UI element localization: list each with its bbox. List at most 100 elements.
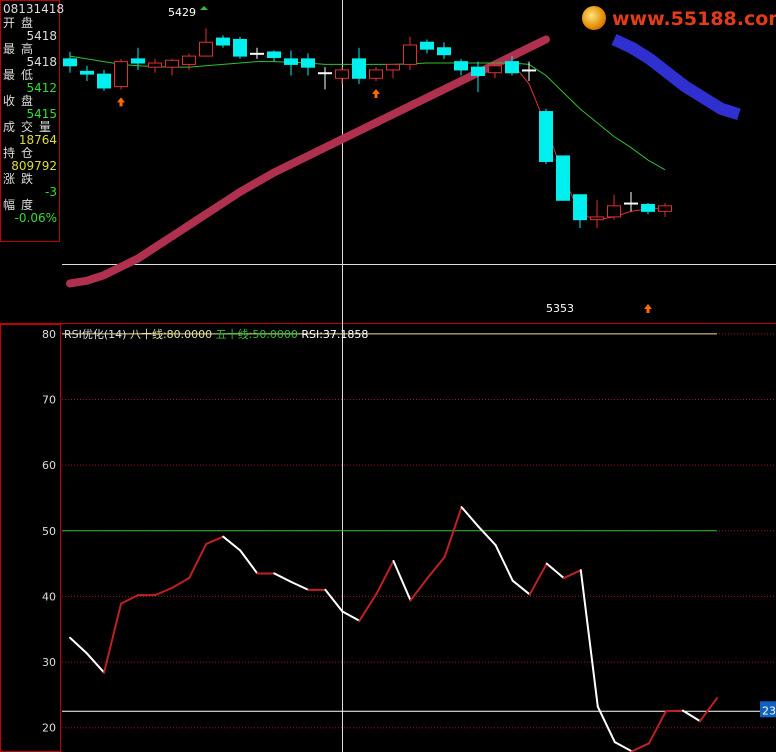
candle-body: [658, 205, 672, 212]
rsi-segment: [120, 594, 140, 605]
rsi-segment: [630, 742, 650, 752]
rsi-segment: [409, 577, 429, 602]
candle-body: [607, 205, 621, 218]
rsi-segment: [103, 602, 123, 674]
candle: [454, 58, 468, 76]
rsi-segment: [358, 592, 378, 622]
indicator-side-panel: [0, 324, 61, 752]
candle: [369, 67, 383, 82]
candle: [233, 36, 247, 59]
rsi-legend-title: RSI优化(14): [64, 327, 130, 341]
candle-body: [131, 58, 145, 64]
rsi-segment: [664, 709, 684, 713]
rsi-segment: [494, 544, 514, 582]
candle: [148, 58, 162, 73]
rsi-segment: [613, 741, 633, 752]
candle-body: [573, 194, 587, 221]
candle-body: [556, 155, 570, 201]
candle-body: [522, 69, 536, 72]
price-chart[interactable]: 5429 5353: [0, 0, 776, 324]
watermark: www.55188.com: [582, 6, 776, 32]
candle: [573, 194, 587, 228]
candle-body: [539, 111, 553, 162]
candle-body: [386, 63, 400, 71]
candle: [590, 200, 604, 228]
rsi-segment: [205, 535, 225, 545]
rsi-segment: [596, 705, 616, 744]
rsi-current-badge: [760, 701, 776, 718]
candle-body: [165, 59, 179, 68]
rsi-segment: [579, 569, 599, 708]
candle: [97, 69, 111, 91]
candle: [267, 50, 281, 62]
rsi-legend-item: 八十线:80.0000: [130, 327, 216, 341]
candle: [641, 203, 655, 215]
candle-body: [301, 58, 315, 68]
buy-arrow-icon: [372, 89, 380, 99]
candle-body: [233, 38, 247, 57]
candle-body: [641, 203, 655, 212]
rsi-segment: [443, 506, 463, 559]
candle: [607, 194, 621, 220]
candle-body: [488, 65, 502, 74]
rsi-segment: [528, 562, 548, 596]
candle-body: [97, 73, 111, 89]
candle-body: [590, 216, 604, 221]
candle: [318, 67, 332, 90]
globe-icon: [582, 6, 606, 30]
rsi-segment: [460, 506, 480, 528]
candle: [352, 47, 366, 84]
rsi-legend: RSI优化(14) 八十线:80.0000 五十线:50.0000 RSI:37…: [64, 327, 368, 341]
candle-body: [148, 62, 162, 68]
candle: [165, 58, 179, 76]
rsi-segment: [290, 580, 310, 591]
candle: [284, 50, 298, 76]
rsi-segment: [273, 572, 293, 583]
candle: [403, 36, 417, 70]
candle: [556, 155, 570, 201]
rsi-segment: [562, 569, 582, 580]
candle-body: [624, 202, 638, 205]
candle: [80, 65, 94, 82]
candle: [63, 51, 77, 73]
rsi-segment: [154, 586, 174, 597]
candle: [386, 63, 400, 79]
rsi-segment: [86, 652, 106, 674]
candle-body: [335, 69, 349, 79]
buy-arrow-icon: [644, 304, 652, 313]
candle: [216, 35, 230, 48]
candle-body: [454, 61, 468, 71]
candle: [199, 28, 213, 57]
candle: [114, 58, 128, 90]
candle: [250, 47, 264, 59]
candle: [539, 108, 553, 165]
candle: [624, 191, 638, 212]
candle: [301, 53, 315, 76]
rsi-segment: [647, 710, 667, 745]
rsi-segment: [477, 525, 497, 547]
ma-line-red: [511, 62, 665, 221]
buy-arrow-icon: [117, 97, 125, 107]
ma-band-red: [66, 35, 550, 288]
rsi-segment: [375, 559, 395, 595]
rsi-segment: [188, 542, 208, 580]
ma-band-blue: [611, 34, 741, 121]
high-arrow-icon: [200, 6, 208, 10]
rsi-segment: [545, 562, 565, 580]
high-label: 5429: [168, 6, 196, 19]
candle: [131, 47, 145, 70]
rsi-segment: [698, 697, 718, 723]
rsi-segment: [511, 579, 531, 596]
candle-body: [505, 61, 519, 74]
low-label: 5353: [546, 302, 574, 315]
candle-body: [284, 58, 298, 65]
rsi-segment: [681, 709, 701, 723]
candle-body: [114, 61, 128, 88]
candle: [335, 67, 349, 84]
ma-line-green: [69, 55, 666, 171]
candle-body: [369, 69, 383, 79]
candle-body: [352, 58, 366, 79]
candle-body: [63, 58, 77, 67]
candle: [420, 39, 434, 54]
rsi-segment: [341, 610, 361, 622]
